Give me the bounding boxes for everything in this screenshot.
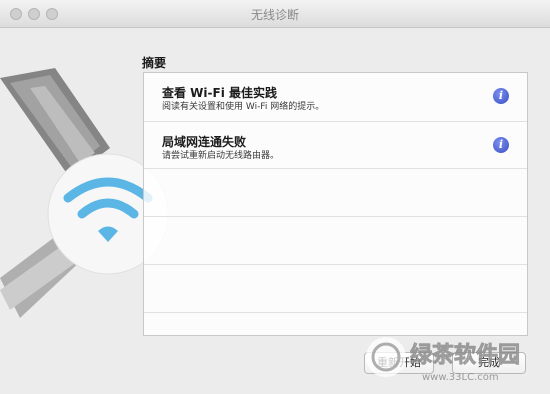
- summary-heading: 摘要: [142, 56, 167, 70]
- info-icon[interactable]: i: [493, 137, 509, 153]
- watermark-url: www.33LC.com: [422, 372, 499, 383]
- watermark-logo: 绿茶软件园 www.33LC.com: [366, 337, 520, 383]
- info-icon[interactable]: i: [493, 88, 509, 104]
- list-item[interactable]: 局域网连通失败 请尝试重新启动无线路由器。 i: [144, 122, 527, 169]
- empty-row: [144, 169, 527, 217]
- item-subtitle: 阅读有关设置和使用 Wi-Fi 网络的提示。: [162, 102, 325, 112]
- empty-row: [144, 217, 527, 265]
- window-title: 无线诊断: [250, 8, 299, 22]
- empty-row: [144, 265, 527, 313]
- summary-list: 查看 Wi-Fi 最佳实践 阅读有关设置和使用 Wi-Fi 网络的提示。 i 局…: [143, 72, 528, 336]
- watermark-name: 绿茶软件园: [410, 342, 520, 368]
- wireless-diagnostics-window: 无线诊断 摘要 查看 Wi-Fi 最佳实践 阅读有关设置和使用 Wi-Fi 网络…: [0, 0, 550, 394]
- list-item[interactable]: 查看 Wi-Fi 最佳实践 阅读有关设置和使用 Wi-Fi 网络的提示。 i: [144, 73, 527, 122]
- item-subtitle: 请尝试重新启动无线路由器。: [162, 151, 280, 161]
- title-bar: 无线诊断: [0, 0, 550, 28]
